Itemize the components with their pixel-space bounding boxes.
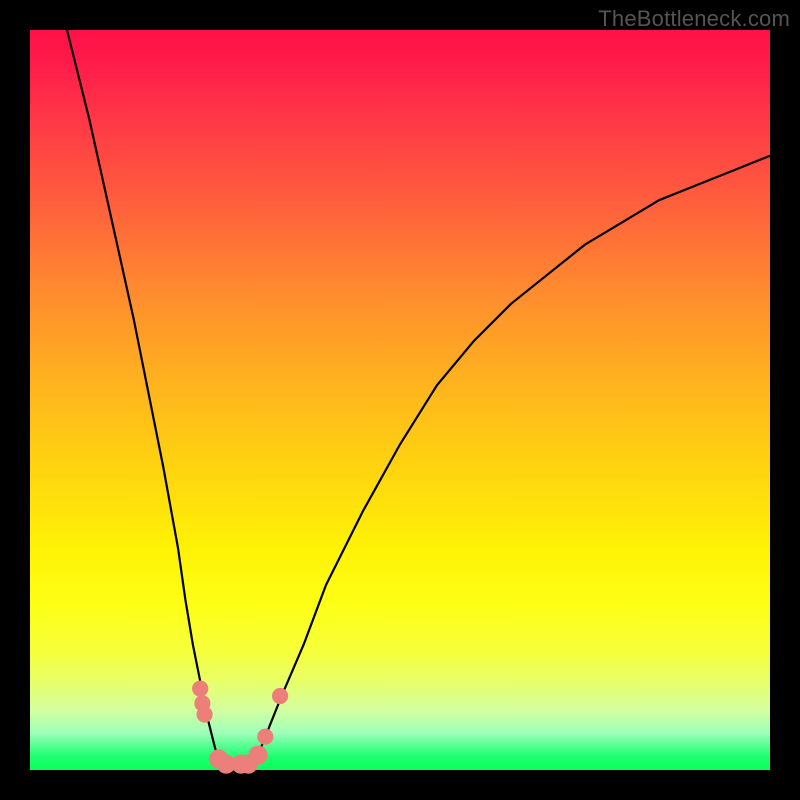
watermark-text: TheBottleneck.com: [598, 6, 790, 32]
chart-svg: [30, 30, 770, 770]
marker-point: [197, 706, 213, 722]
marker-point: [192, 681, 208, 697]
marker-point: [257, 729, 273, 745]
series-left-branch: [67, 30, 222, 770]
marker-group: [192, 681, 288, 774]
plot-area: [30, 30, 770, 770]
marker-point: [248, 746, 267, 765]
chart-frame: TheBottleneck.com: [0, 0, 800, 800]
curve-group: [67, 30, 770, 770]
marker-point: [272, 688, 288, 704]
series-right-branch: [252, 156, 770, 770]
